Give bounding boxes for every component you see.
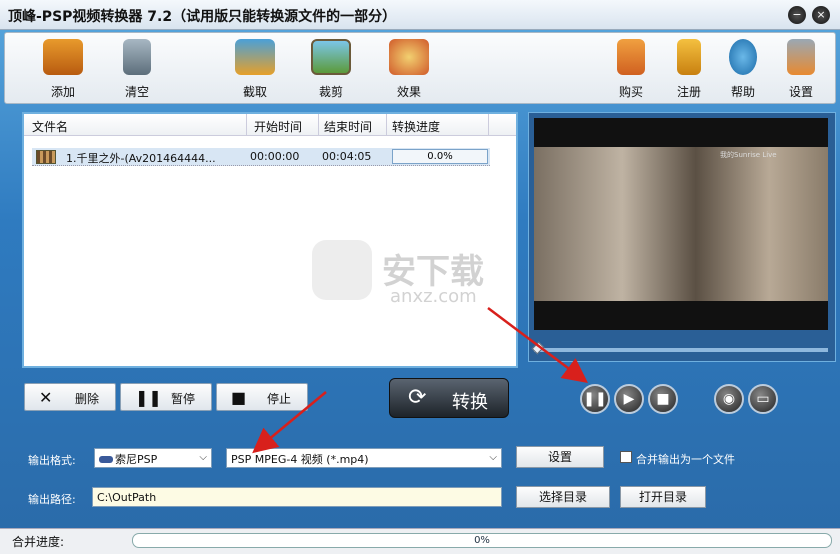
help-icon [729,39,757,75]
header-start-time[interactable]: 开始时间 [254,118,302,135]
cart-icon [617,39,645,75]
window-title: 顶峰-PSP视频转换器 7.2（试用版只能转换源文件的一部分） [8,9,397,25]
close-button[interactable]: × [812,6,830,24]
header-progress[interactable]: 转换进度 [392,118,440,135]
merge-checkbox[interactable] [620,451,632,463]
merge-progress-label: 合并进度: [12,535,65,549]
add-button[interactable]: 添加 [35,39,91,101]
scissors-film-icon [235,39,275,75]
pause-icon: ❚❚ [135,388,162,407]
toolbar: 添加 清空 截取 裁剪 效果 购买 注册 帮助 设置 [4,32,836,104]
picture-icon [311,39,351,75]
register-button[interactable]: 注册 [661,39,717,101]
trash-icon [123,39,151,75]
chevron-down-icon: ⌵ [489,452,497,463]
clear-button[interactable]: 清空 [109,39,165,101]
settings-button[interactable]: 设置 [773,39,829,101]
merge-progress-bar: 0% [132,533,832,548]
open-folder-button[interactable]: ▭ [748,384,778,414]
delete-button[interactable]: ✕ 删除 [24,383,116,411]
minimize-button[interactable]: − [788,6,806,24]
pause-button[interactable]: ❚❚ 暂停 [120,383,212,411]
output-path-field[interactable]: C:\OutPath [92,487,502,507]
stop-button[interactable]: ■ 停止 [216,383,308,411]
merge-label: 合并输出为一个文件 [636,453,735,466]
convert-button[interactable]: ⟳ 转换 [389,378,509,418]
buy-button[interactable]: 购买 [603,39,659,101]
player-pause-button[interactable]: ❚❚ [580,384,610,414]
format-settings-button[interactable]: 设置 [516,446,604,468]
watermark-domain: anxz.com [390,286,477,307]
table-row[interactable]: 1.千里之外-(Av201464444... 00:00:00 00:04:05… [32,148,490,166]
file-list-header: 文件名 开始时间 结束时间 转换进度 [24,114,516,136]
delete-icon: ✕ [39,388,53,407]
player-stop-button[interactable]: ■ [648,384,678,414]
row-progress: 0.0% [392,149,488,164]
title-bar: 顶峰-PSP视频转换器 7.2（试用版只能转换源文件的一部分） − × [0,0,840,30]
chevron-down-icon: ⌵ [199,452,207,463]
crop-button[interactable]: 裁剪 [303,39,359,101]
file-name: 1.千里之外-(Av201464444... [66,152,216,165]
capture-button[interactable]: 截取 [227,39,283,101]
camera-icon: ◉ [722,391,736,407]
format-select[interactable]: PSP MPEG-4 视频 (*.mp4) ⌵ [226,448,502,468]
watermark-logo-icon [312,240,372,300]
choose-dir-button[interactable]: 选择目录 [516,486,610,508]
file-list[interactable]: 文件名 开始时间 结束时间 转换进度 1.千里之外-(Av201464444..… [22,112,518,368]
refresh-icon: ⟳ [408,385,427,410]
open-dir-button[interactable]: 打开目录 [620,486,706,508]
palette-icon [389,39,429,75]
stop-icon: ■ [231,388,247,407]
snapshot-button[interactable]: ◉ [714,384,744,414]
header-end-time[interactable]: 结束时间 [324,118,372,135]
help-button[interactable]: 帮助 [715,39,771,101]
main-window: 顶峰-PSP视频转换器 7.2（试用版只能转换源文件的一部分） − × 添加 清… [0,0,840,554]
device-select[interactable]: 索尼PSP ⌵ [94,448,212,468]
lock-icon [677,39,701,75]
video-frame-image [534,147,828,301]
start-time: 00:00:00 [250,150,300,163]
header-filename[interactable]: 文件名 [32,118,68,135]
tools-icon [787,39,815,75]
player-play-button[interactable]: ▶ [614,384,644,414]
seek-track[interactable] [534,348,828,352]
end-time: 00:04:05 [322,150,372,163]
effect-button[interactable]: 效果 [381,39,437,101]
video-file-icon [36,150,56,164]
path-label: 输出路径: [28,493,76,506]
video-watermark: 我的Sunrise Live [720,151,777,159]
format-label: 输出格式: [28,454,76,467]
folder-icon: ▭ [756,391,770,407]
psp-icon [99,456,113,463]
add-video-icon [43,39,83,75]
